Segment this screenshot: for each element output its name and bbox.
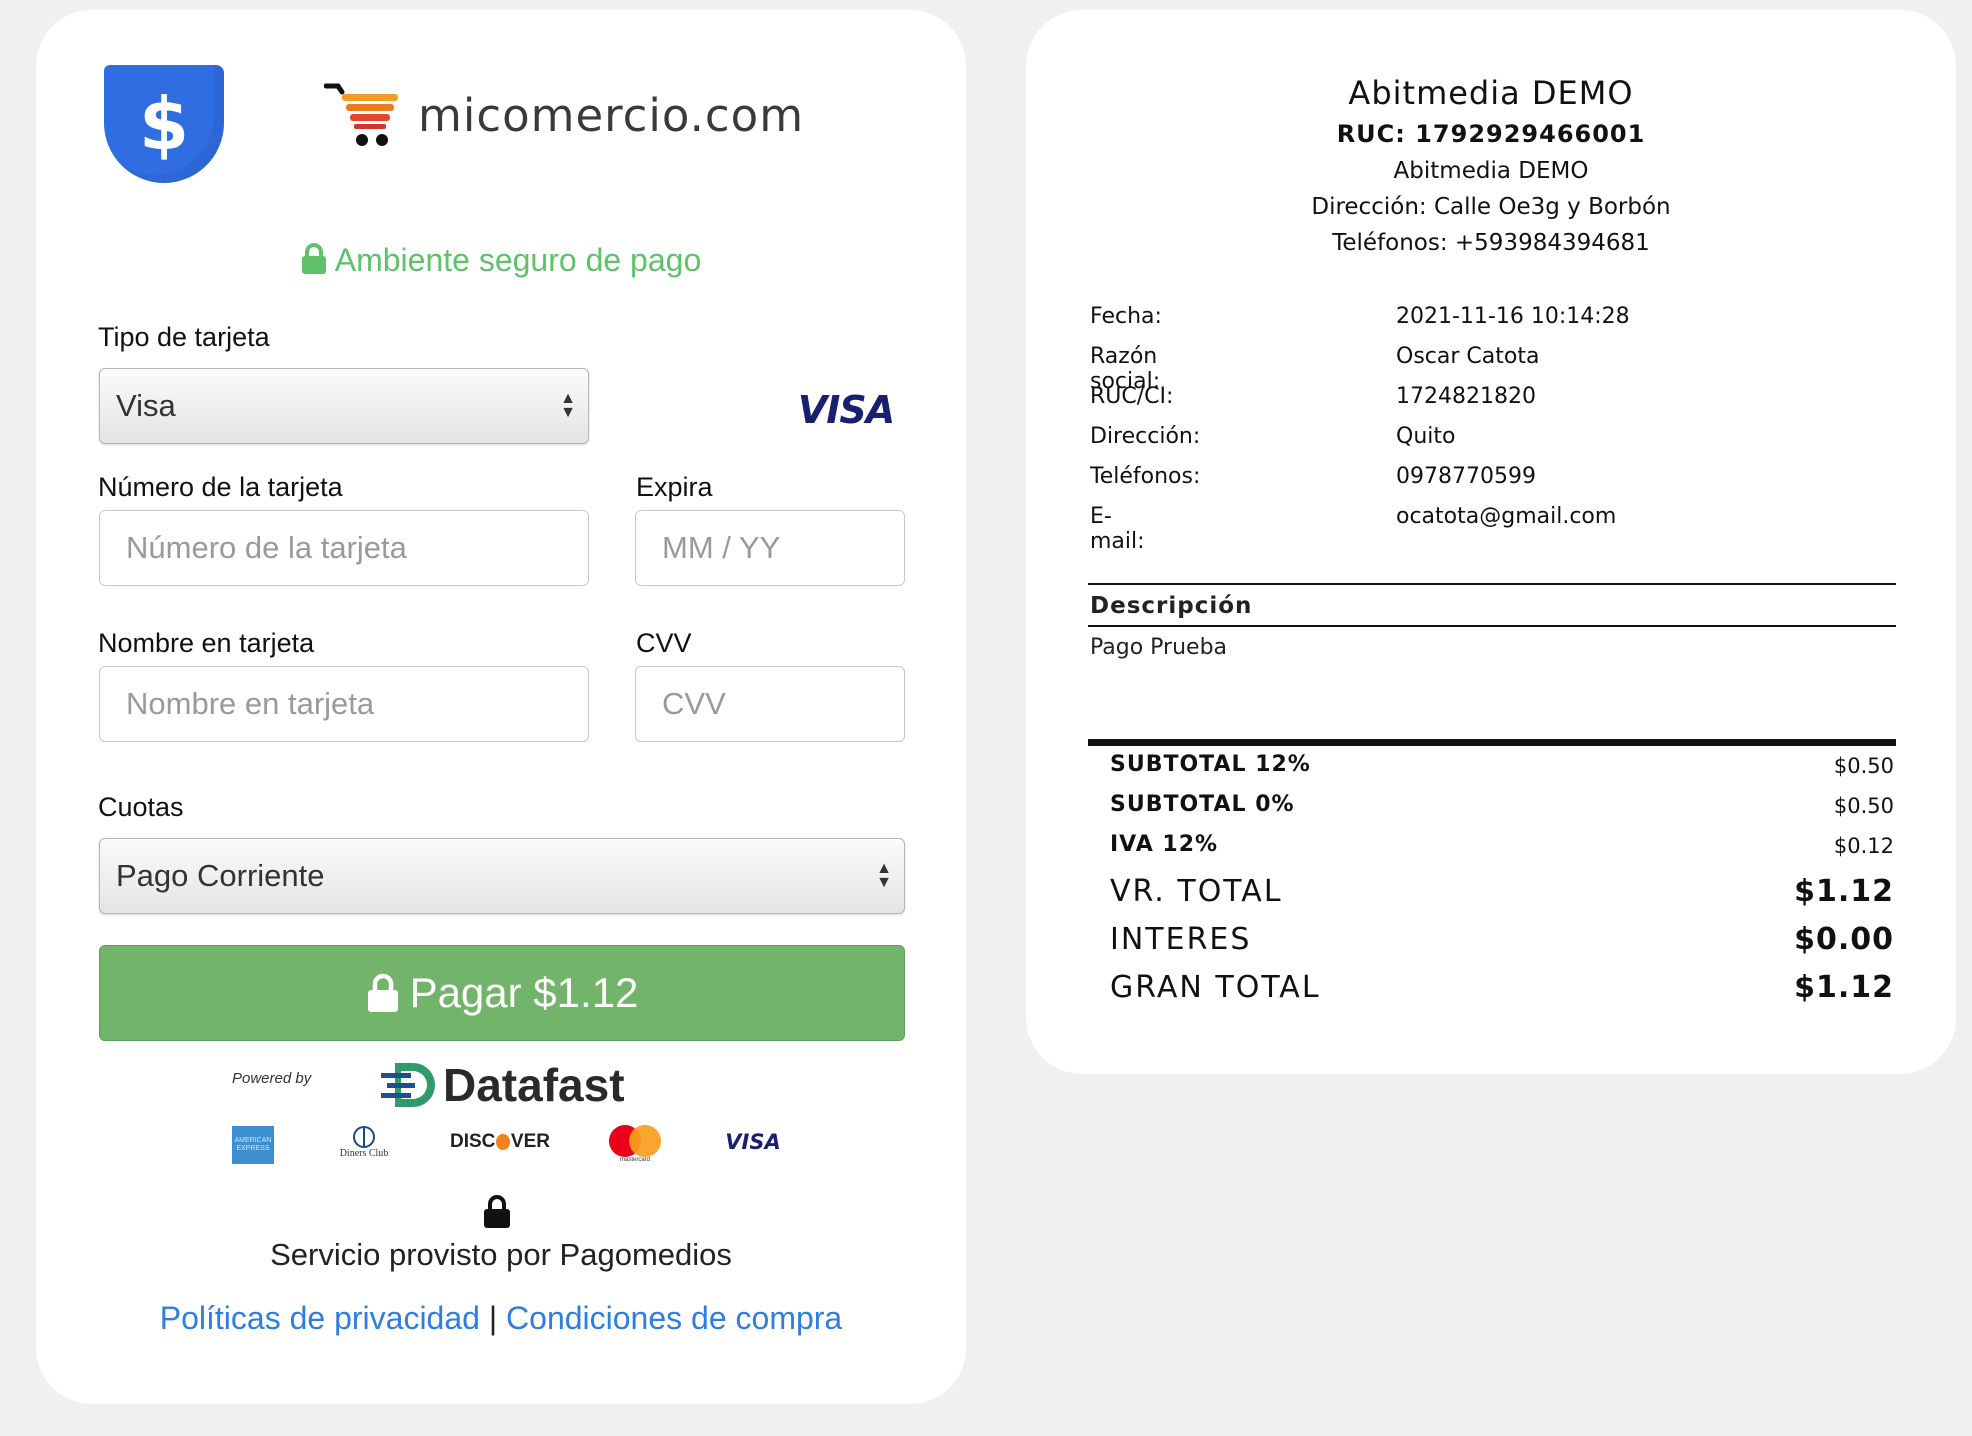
info-label: E-mail:	[1090, 504, 1145, 554]
secure-text: Ambiente seguro de pago	[334, 242, 702, 278]
cvv-placeholder: CVV	[662, 686, 726, 721]
total-label: INTERES	[1110, 922, 1252, 957]
info-label: RUC/CI:	[1090, 384, 1174, 409]
card-type-select[interactable]: Visa ▲ ▼	[99, 368, 589, 444]
discover-text-b: VER	[510, 1131, 550, 1152]
card-name-label: Nombre en tarjeta	[98, 628, 315, 658]
total-row-subtotal-0: SUBTOTAL 0% $0.50	[1088, 786, 1896, 826]
info-label: Dirección:	[1090, 424, 1201, 449]
receipt-company: Abitmedia DEMO	[1348, 74, 1634, 112]
receipt-phones: Teléfonos: +593984394681	[1332, 230, 1650, 256]
dollar-sign-icon: $	[138, 82, 190, 166]
discover-logo: DISC VER	[450, 1122, 550, 1162]
datafast-icon	[381, 1063, 435, 1107]
total-row-iva: IVA 12% $0.12	[1088, 826, 1896, 866]
service-provider-text: Servicio provisto por Pagomedios	[270, 1237, 732, 1272]
diners-club-icon	[353, 1125, 375, 1148]
legal-links: Políticas de privacidad | Condiciones de…	[36, 1300, 966, 1337]
visa-card-badge: VISA	[796, 375, 896, 445]
total-row-interest: INTERES $0.00	[1088, 914, 1896, 962]
visa-badge-text: VISA	[797, 388, 895, 432]
cvv-label: CVV	[636, 628, 692, 658]
expiry-label: Expira	[636, 472, 713, 502]
mastercard-text: mastercard	[619, 1157, 650, 1163]
select-arrows-icon: ▲ ▼	[876, 860, 892, 891]
total-row-subtotal-12: SUBTOTAL 12% $0.50	[1088, 746, 1896, 786]
visa-logo: VISA	[718, 1122, 788, 1162]
info-value: 2021-11-16 10:14:28	[1396, 304, 1630, 329]
lock-icon	[484, 1195, 510, 1228]
info-value: 1724821820	[1396, 384, 1536, 409]
lock-icon	[301, 243, 326, 274]
description-section: Descripción Pago Prueba	[1088, 583, 1896, 660]
powered-by-label: Powered by	[232, 1070, 312, 1087]
card-brands-row: AMERICAN EXPRESS Diners Club DISC VER mast…	[36, 1122, 966, 1172]
info-value: Quito	[1396, 424, 1456, 449]
installments-select[interactable]: Pago Corriente ▲ ▼	[99, 838, 905, 914]
diners-club-logo: Diners Club	[336, 1122, 392, 1162]
purchase-terms-link[interactable]: Condiciones de compra	[506, 1300, 842, 1336]
secure-environment-notice: Ambiente seguro de pago	[36, 242, 966, 279]
select-arrows-icon: ▲ ▼	[560, 390, 576, 421]
link-separator: |	[488, 1300, 498, 1336]
pagomedios-shield-logo: $	[104, 65, 224, 183]
total-label: VR. TOTAL	[1110, 874, 1283, 909]
installments-value: Pago Corriente	[116, 858, 325, 893]
card-type-label: Tipo de tarjeta	[98, 322, 270, 352]
shopping-cart-icon	[324, 83, 398, 146]
total-label: SUBTOTAL 0%	[1110, 792, 1295, 817]
card-name-placeholder: Nombre en tarjeta	[126, 686, 375, 721]
mastercard-circles-icon	[609, 1125, 661, 1157]
pay-button-label: Pagar $1.12	[409, 969, 639, 1016]
card-number-label: Número de la tarjeta	[98, 472, 343, 502]
payment-card: $ micomercio.com Ambiente seguro de pago…	[36, 10, 966, 1404]
totals-section: SUBTOTAL 12% $0.50 SUBTOTAL 0% $0.50 IVA…	[1088, 739, 1896, 1010]
total-value: $0.00	[1794, 922, 1894, 957]
total-value: $0.12	[1833, 834, 1894, 858]
total-label: SUBTOTAL 12%	[1110, 752, 1311, 777]
receipt-address: Dirección: Calle Oe3g y Borbón	[1311, 194, 1671, 220]
card-name-input[interactable]: Nombre en tarjeta	[99, 666, 589, 742]
info-value: Oscar Catota	[1396, 344, 1540, 369]
info-label: Fecha:	[1090, 304, 1162, 329]
info-label: Teléfonos:	[1090, 464, 1201, 489]
discover-text-a: DISC	[450, 1131, 496, 1152]
card-number-input[interactable]: Número de la tarjeta	[99, 510, 589, 586]
datafast-logo: Datafast	[381, 1058, 625, 1112]
receipt-card: Abitmedia DEMO RUC: 1792929466001 Abitme…	[1026, 10, 1956, 1074]
card-type-value: Visa	[116, 388, 176, 423]
total-value: $1.12	[1794, 874, 1894, 909]
visa-logo-text: VISA	[725, 1130, 781, 1154]
info-value: ocatota@gmail.com	[1396, 504, 1617, 529]
privacy-policy-link[interactable]: Políticas de privacidad	[160, 1300, 480, 1336]
receipt-business-name: Abitmedia DEMO	[1393, 158, 1589, 184]
installments-label: Cuotas	[98, 792, 184, 822]
diners-club-text: Diners Club	[339, 1147, 389, 1159]
total-value: $0.50	[1833, 794, 1894, 818]
merchant-logo: micomercio.com	[324, 80, 804, 150]
mastercard-logo: mastercard	[607, 1122, 663, 1166]
description-header: Descripción	[1090, 593, 1253, 619]
expiry-input[interactable]: MM / YY	[635, 510, 905, 586]
datafast-text: Datafast	[443, 1059, 625, 1111]
pay-button[interactable]: Pagar $1.12	[99, 945, 905, 1041]
total-row-grand-total: GRAN TOTAL $1.12	[1088, 962, 1896, 1010]
discover-dot-icon	[496, 1134, 510, 1150]
expiry-placeholder: MM / YY	[662, 530, 781, 565]
card-number-placeholder: Número de la tarjeta	[126, 530, 407, 565]
lock-icon	[367, 973, 398, 1012]
total-value: $0.50	[1833, 754, 1894, 778]
info-value: 0978770599	[1396, 464, 1536, 489]
receipt-ruc: RUC: 1792929466001	[1336, 120, 1646, 148]
total-value: $1.12	[1794, 970, 1894, 1005]
divider	[1088, 739, 1896, 746]
total-row-vr-total: VR. TOTAL $1.12	[1088, 866, 1896, 914]
amex-logo: AMERICAN EXPRESS	[232, 1126, 274, 1164]
cvv-input[interactable]: CVV	[635, 666, 905, 742]
total-label: IVA 12%	[1110, 832, 1219, 857]
total-label: GRAN TOTAL	[1110, 970, 1321, 1005]
description-item: Pago Prueba	[1090, 635, 1228, 660]
merchant-name: micomercio.com	[418, 88, 805, 142]
